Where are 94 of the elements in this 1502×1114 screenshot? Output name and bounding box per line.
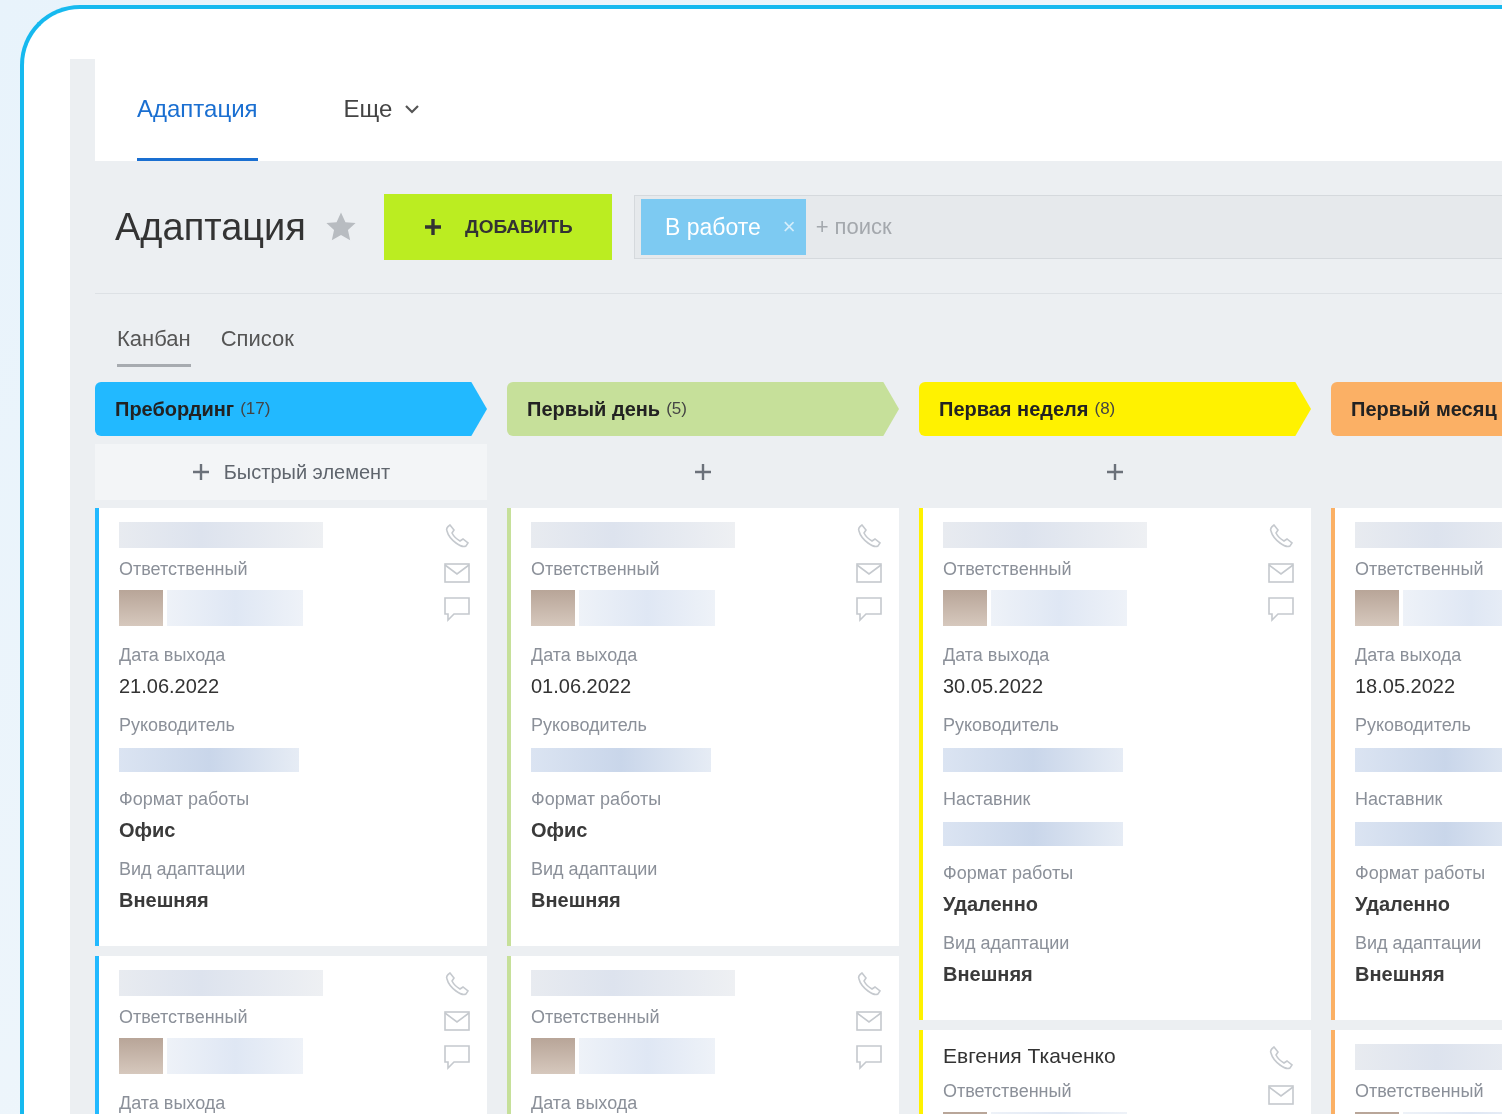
field-label: Вид адаптации <box>1355 932 1483 955</box>
field-value: Внешняя <box>1355 962 1446 987</box>
nav-tab[interactable]: Адаптация <box>137 59 258 161</box>
field-value: Внешняя <box>531 888 622 913</box>
stage-header[interactable]: Пребординг (17) <box>95 382 487 436</box>
field-label: Формат работы <box>531 788 663 811</box>
field-value: 18.05.2022 <box>1355 674 1457 699</box>
avatar-placeholder <box>119 590 163 626</box>
stage-count: (5) <box>666 399 687 419</box>
field-label: Ответственный <box>531 558 661 581</box>
mail-icon[interactable] <box>443 562 471 584</box>
field-label: Ответственный <box>1355 1080 1485 1103</box>
field-label: Руководитель <box>1355 714 1472 737</box>
field-label: Наставник <box>1355 788 1444 811</box>
chat-icon[interactable] <box>1267 596 1295 622</box>
stage-title: Первая неделя <box>939 397 1089 421</box>
stage-header[interactable]: Первая неделя (8) <box>919 382 1311 436</box>
phone-icon[interactable] <box>855 970 883 998</box>
avatar-placeholder <box>119 1038 163 1074</box>
chat-icon[interactable] <box>443 596 471 622</box>
field-label: Ответственный <box>943 1080 1073 1103</box>
field-label: Вид адаптации <box>119 858 247 881</box>
stage-title: Пребординг <box>115 397 235 421</box>
field-label: Наставник <box>943 788 1032 811</box>
kanban-card[interactable]: Ответственный Дата выхода 18.05.2022 Руководитель Наставник Формат работы Удаленно Вид адаптации Внешняя <box>1331 508 1502 1020</box>
view-tab[interactable]: Список <box>220 326 294 367</box>
mail-icon[interactable] <box>443 1010 471 1032</box>
mail-icon[interactable] <box>855 562 883 584</box>
chat-icon[interactable] <box>443 1044 471 1070</box>
field-label: Ответственный <box>531 1006 661 1029</box>
field-label: Дата выхода <box>943 644 1051 667</box>
plus-icon <box>423 217 444 237</box>
mail-icon[interactable] <box>1267 562 1295 584</box>
kanban-card[interactable]: Ответственный Дата выхода 01.06.2022 Руководитель Формат работы Офис Вид адаптации Внешняя <box>507 508 899 946</box>
field-label: Вид адаптации <box>943 932 1071 955</box>
avatar-placeholder <box>531 590 575 626</box>
add-button[interactable]: ДОБАВИТЬ <box>383 194 612 260</box>
field-label: Дата выхода <box>119 644 227 667</box>
kanban-card[interactable]: Евгения Ткаченко Ответственный <box>919 1030 1311 1114</box>
field-label: Ответственный <box>119 1006 249 1029</box>
stage-header[interactable]: Первый месяц <box>1331 382 1502 436</box>
avatar-placeholder <box>531 1038 575 1074</box>
field-label: Ответственный <box>1355 558 1485 581</box>
field-label: Ответственный <box>943 558 1073 581</box>
field-label: Ответственный <box>119 558 249 581</box>
quick-add-button[interactable]: Быстрый элемент <box>95 444 487 500</box>
field-value: Офис <box>119 818 177 843</box>
field-value: 21.06.2022 <box>119 674 221 699</box>
field-label: Формат работы <box>943 862 1075 885</box>
kanban-card[interactable]: Ответственный Дата выхода 21.06.2022 Руководитель Формат работы Офис Вид адаптации Внешняя <box>95 508 487 946</box>
nav-tab[interactable]: Еще <box>343 59 421 161</box>
add-item-icon[interactable] <box>1106 463 1124 481</box>
stage-header[interactable]: Первый день (5) <box>507 382 899 436</box>
stage-count: (17) <box>240 399 271 419</box>
chevron-down-icon <box>404 103 421 114</box>
field-value: Внешняя <box>943 962 1034 987</box>
mail-icon[interactable] <box>855 1010 883 1032</box>
view-tab[interactable]: Канбан <box>117 326 191 367</box>
field-value: 01.06.2022 <box>531 674 633 699</box>
chip-label: В работе <box>664 213 761 241</box>
field-value: 30.05.2022 <box>943 674 1045 699</box>
field-label: Формат работы <box>119 788 251 811</box>
kanban-card[interactable]: Ответственный Дата выхода 30.05.2022 Руководитель Наставник Формат работы Удаленно Вид адаптации Внешняя <box>919 508 1311 1020</box>
phone-icon[interactable] <box>1267 522 1295 550</box>
page-title: Адаптация <box>115 205 306 249</box>
stage-count: (8) <box>1094 399 1116 419</box>
phone-icon[interactable] <box>1267 1044 1295 1072</box>
field-label: Дата выхода <box>531 1092 639 1114</box>
plus-icon <box>191 463 210 481</box>
phone-icon[interactable] <box>443 970 471 998</box>
phone-icon[interactable] <box>855 522 883 550</box>
field-value: Удаленно <box>1355 892 1451 917</box>
field-label: Вид адаптации <box>531 858 659 881</box>
stage-title: Первый день <box>527 397 661 421</box>
field-label: Руководитель <box>119 714 236 737</box>
stage-title: Первый месяц <box>1351 397 1497 421</box>
field-label: Руководитель <box>531 714 648 737</box>
avatar-placeholder <box>1355 590 1399 626</box>
field-value: Удаленно <box>943 892 1039 917</box>
field-label: Дата выхода <box>1355 644 1463 667</box>
card-title: Евгения Ткаченко <box>943 1044 1117 1069</box>
field-label: Дата выхода <box>119 1092 227 1114</box>
field-label: Руководитель <box>943 714 1060 737</box>
chat-icon[interactable] <box>855 596 883 622</box>
avatar-placeholder <box>943 590 987 626</box>
field-value: Офис <box>531 818 589 843</box>
field-label: Дата выхода <box>531 644 639 667</box>
field-label: Формат работы <box>1355 862 1487 885</box>
phone-icon[interactable] <box>443 522 471 550</box>
add-item-icon[interactable] <box>694 463 712 481</box>
field-value: Внешняя <box>119 888 210 913</box>
search-field[interactable]: + поиск <box>813 213 1018 241</box>
chat-icon[interactable] <box>855 1044 883 1070</box>
mail-icon[interactable] <box>1267 1084 1295 1106</box>
